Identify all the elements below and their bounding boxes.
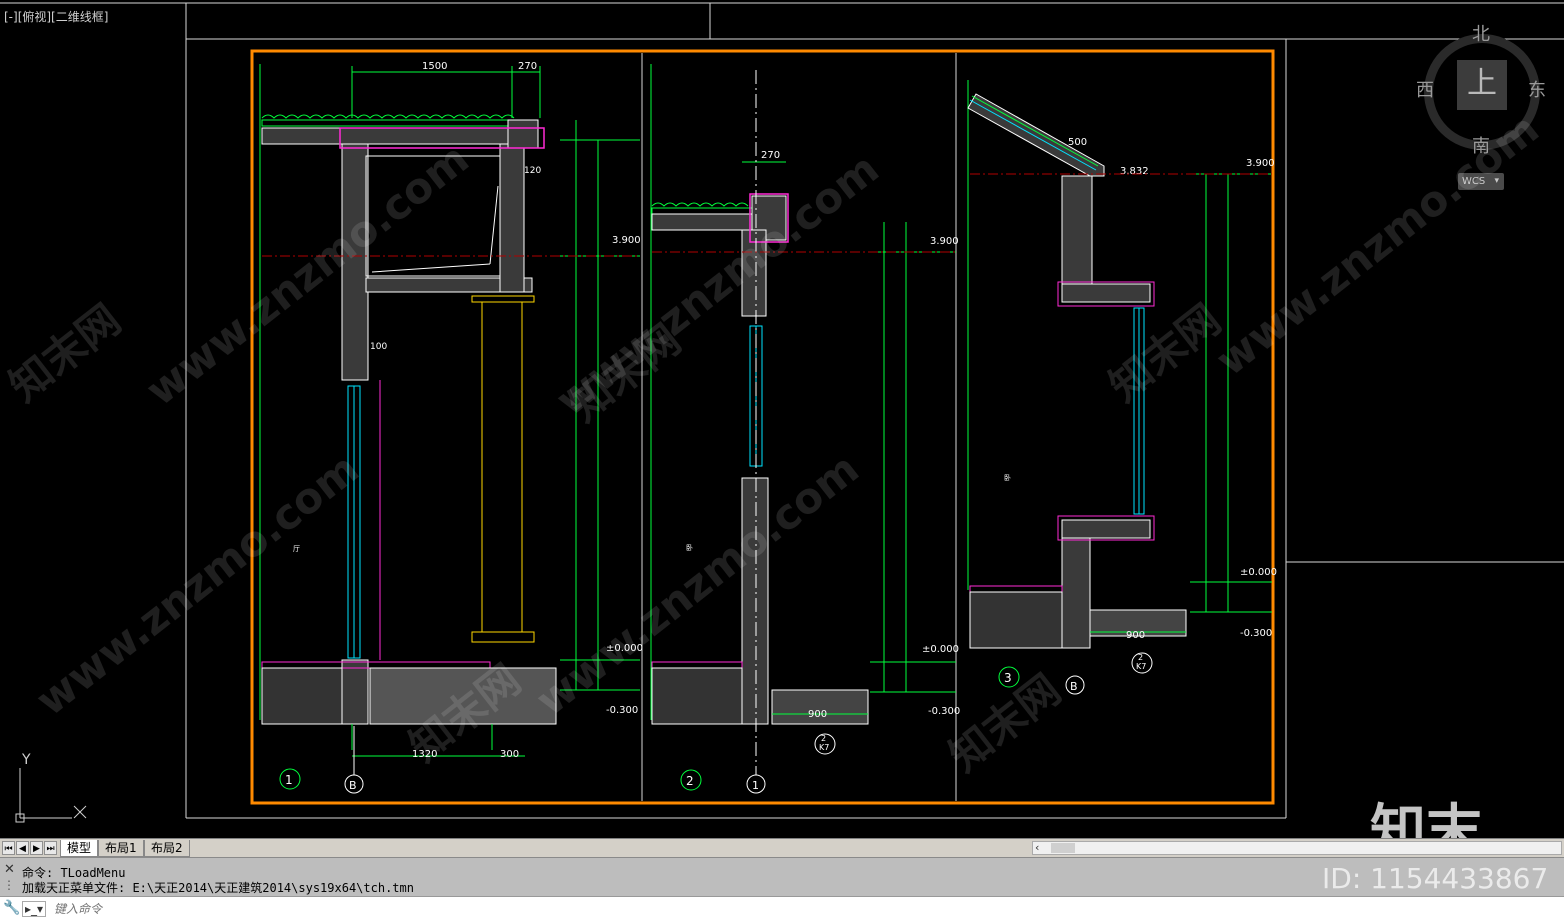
detail-1: 1500 270 1320 300 3.900 ±0.000 -0.300 厅 … xyxy=(259,61,643,794)
svg-text:2: 2 xyxy=(686,774,694,788)
command-input[interactable] xyxy=(54,899,1254,919)
tab-layout1[interactable]: 布局1 xyxy=(98,840,144,857)
viewcube-top-face[interactable]: 上 xyxy=(1457,60,1507,110)
command-line: 🔧 ▸_▾ xyxy=(0,896,1564,920)
command-history-line: 加载天正菜单文件: E:\天正2014\天正建筑2014\sys19x64\tc… xyxy=(22,881,414,895)
next-tab-icon[interactable]: ▶ xyxy=(30,841,43,855)
ucs-icon: Y xyxy=(15,752,87,823)
layout-tab-bar: ⏮ ◀ ▶ ⏭ 模型 布局1 布局2 ‹ xyxy=(0,838,1564,857)
svg-text:1: 1 xyxy=(752,779,759,792)
svg-text:-0.300: -0.300 xyxy=(606,705,638,716)
svg-text:Y: Y xyxy=(21,752,31,768)
svg-text:120: 120 xyxy=(524,166,541,176)
wrench-icon[interactable]: 🔧 xyxy=(3,900,20,916)
svg-text:卧: 卧 xyxy=(686,544,693,552)
close-icon[interactable]: ✕ xyxy=(4,862,15,877)
svg-text:300: 300 xyxy=(500,749,519,760)
compass-south[interactable]: 南 xyxy=(1472,132,1490,158)
svg-text:±0.000: ±0.000 xyxy=(606,643,643,654)
scroll-left-icon[interactable]: ‹ xyxy=(1035,841,1039,854)
svg-text:270: 270 xyxy=(761,150,780,161)
svg-text:900: 900 xyxy=(1126,630,1145,641)
svg-text:±0.000: ±0.000 xyxy=(1240,567,1277,578)
prev-tab-icon[interactable]: ◀ xyxy=(16,841,29,855)
asset-id: ID: 1154433867 xyxy=(1322,862,1549,895)
horizontal-scrollbar[interactable]: ‹ xyxy=(1032,841,1562,855)
wcs-menu[interactable]: WCS ▾ xyxy=(1458,173,1504,190)
svg-text:3.832: 3.832 xyxy=(1120,166,1149,177)
svg-text:900: 900 xyxy=(808,709,827,720)
svg-text:卧: 卧 xyxy=(1004,474,1011,482)
svg-text:K7: K7 xyxy=(1136,662,1146,671)
svg-text:2: 2 xyxy=(1138,653,1143,662)
svg-text:-0.300: -0.300 xyxy=(1240,628,1272,639)
svg-text:B: B xyxy=(349,779,357,792)
svg-text:100: 100 xyxy=(370,342,387,352)
tab-layout2[interactable]: 布局2 xyxy=(144,840,190,857)
svg-text:2: 2 xyxy=(821,734,826,743)
svg-text:1: 1 xyxy=(285,773,293,787)
svg-text:3.900: 3.900 xyxy=(930,236,959,247)
svg-text:500: 500 xyxy=(1068,137,1087,148)
grip-icon[interactable]: ⋮ xyxy=(3,878,15,892)
svg-text:3.900: 3.900 xyxy=(1246,158,1275,169)
last-tab-icon[interactable]: ⏭ xyxy=(44,841,57,855)
compass-east[interactable]: 东 xyxy=(1528,76,1546,102)
compass-north[interactable]: 北 xyxy=(1472,20,1490,46)
detail-2: 270 3.900 ±0.000 -0.300 900 卧 2 K7 2 1 xyxy=(650,64,960,794)
compass-west[interactable]: 西 xyxy=(1416,76,1434,102)
svg-text:厅: 厅 xyxy=(293,545,300,553)
first-tab-icon[interactable]: ⏮ xyxy=(2,841,15,855)
cad-drawing[interactable]: 1500 270 1320 300 3.900 ±0.000 -0.300 厅 … xyxy=(0,0,1564,838)
svg-text:-0.300: -0.300 xyxy=(928,706,960,717)
brand-logo: 知末 xyxy=(1370,799,1482,838)
svg-text:±0.000: ±0.000 xyxy=(922,644,959,655)
detail-3: 500 3.832 3.900 ±0.000 -0.300 900 卧 2 K7… xyxy=(967,80,1277,695)
svg-text:1500: 1500 xyxy=(422,61,447,72)
svg-text:3: 3 xyxy=(1004,671,1012,685)
drawing-viewport[interactable]: [-][俯视][二维线框] 1500 270 1320 300 3.900 ±0… xyxy=(0,0,1564,838)
viewcube[interactable]: 上 北 南 西 东 xyxy=(1412,20,1552,170)
svg-text:B: B xyxy=(1070,680,1078,693)
svg-text:270: 270 xyxy=(518,61,537,72)
command-prompt-icon[interactable]: ▸_▾ xyxy=(22,901,47,917)
svg-text:3.900: 3.900 xyxy=(612,235,641,246)
svg-text:K7: K7 xyxy=(819,743,829,752)
svg-text:1320: 1320 xyxy=(412,749,437,760)
tab-model[interactable]: 模型 xyxy=(60,840,99,857)
chevron-down-icon: ▾ xyxy=(1494,176,1499,186)
scroll-thumb[interactable] xyxy=(1051,843,1075,853)
